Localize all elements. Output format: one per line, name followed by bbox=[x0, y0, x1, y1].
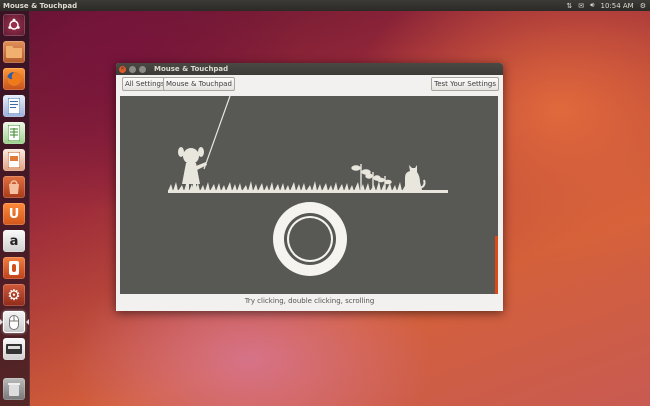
indicator-area: ⇅ ✉ 🔊︎ 10:54 AM ⚙ bbox=[566, 1, 650, 10]
double-click-target bbox=[273, 202, 347, 276]
calc-icon[interactable] bbox=[3, 122, 25, 144]
software-center-icon[interactable] bbox=[3, 176, 25, 198]
all-settings-button[interactable]: All Settings bbox=[122, 77, 168, 91]
trash-icon[interactable] bbox=[3, 378, 25, 400]
girl-silhouette bbox=[178, 147, 207, 190]
test-area[interactable] bbox=[120, 95, 498, 294]
minimize-button[interactable] bbox=[129, 65, 136, 73]
maximize-button[interactable] bbox=[139, 65, 146, 73]
test-settings-button[interactable]: Test Your Settings bbox=[431, 77, 499, 91]
scroll-indicator bbox=[495, 236, 498, 294]
gear-icon[interactable]: ⚙ bbox=[640, 2, 646, 10]
kite-string bbox=[203, 95, 231, 170]
window-toolbar: All Settings Mouse & Touchpad Test Your … bbox=[116, 75, 503, 95]
hint-text: Try clicking, double clicking, scrolling bbox=[244, 297, 375, 305]
launcher: U a ⚙ bbox=[0, 11, 30, 406]
volume-icon[interactable]: 🔊︎ bbox=[590, 1, 594, 10]
breadcrumb-mouse-touchpad[interactable]: Mouse & Touchpad bbox=[163, 77, 235, 91]
window-title: Mouse & Touchpad bbox=[154, 65, 229, 73]
focused-indicator bbox=[26, 319, 29, 325]
firefox-icon[interactable] bbox=[3, 68, 25, 90]
removable-drive-icon[interactable] bbox=[3, 338, 25, 360]
dash-icon[interactable] bbox=[3, 14, 25, 36]
impress-icon[interactable] bbox=[3, 149, 25, 171]
top-panel: Mouse & Touchpad ⇅ ✉ 🔊︎ 10:54 AM ⚙ bbox=[0, 0, 650, 11]
mouse-touchpad-window: ✕ Mouse & Touchpad All Settings Mouse & … bbox=[116, 63, 503, 311]
test-scene bbox=[168, 95, 498, 294]
close-button[interactable]: ✕ bbox=[119, 65, 126, 73]
amazon-icon[interactable]: a bbox=[3, 230, 25, 252]
window-titlebar[interactable]: ✕ Mouse & Touchpad bbox=[116, 63, 503, 75]
running-indicator bbox=[0, 319, 3, 325]
mouse-touchpad-icon[interactable] bbox=[3, 311, 25, 333]
messaging-icon[interactable]: ✉ bbox=[578, 2, 584, 10]
update-manager-icon[interactable] bbox=[3, 257, 25, 279]
active-app-title: Mouse & Touchpad bbox=[3, 1, 78, 10]
system-settings-icon[interactable]: ⚙ bbox=[3, 284, 25, 306]
writer-icon[interactable] bbox=[3, 95, 25, 117]
clock[interactable]: 10:54 AM bbox=[600, 2, 633, 10]
ubuntu-one-icon[interactable]: U bbox=[3, 203, 25, 225]
network-icon[interactable]: ⇅ bbox=[566, 2, 572, 10]
cat-silhouette bbox=[405, 165, 426, 190]
files-icon[interactable] bbox=[3, 41, 25, 63]
